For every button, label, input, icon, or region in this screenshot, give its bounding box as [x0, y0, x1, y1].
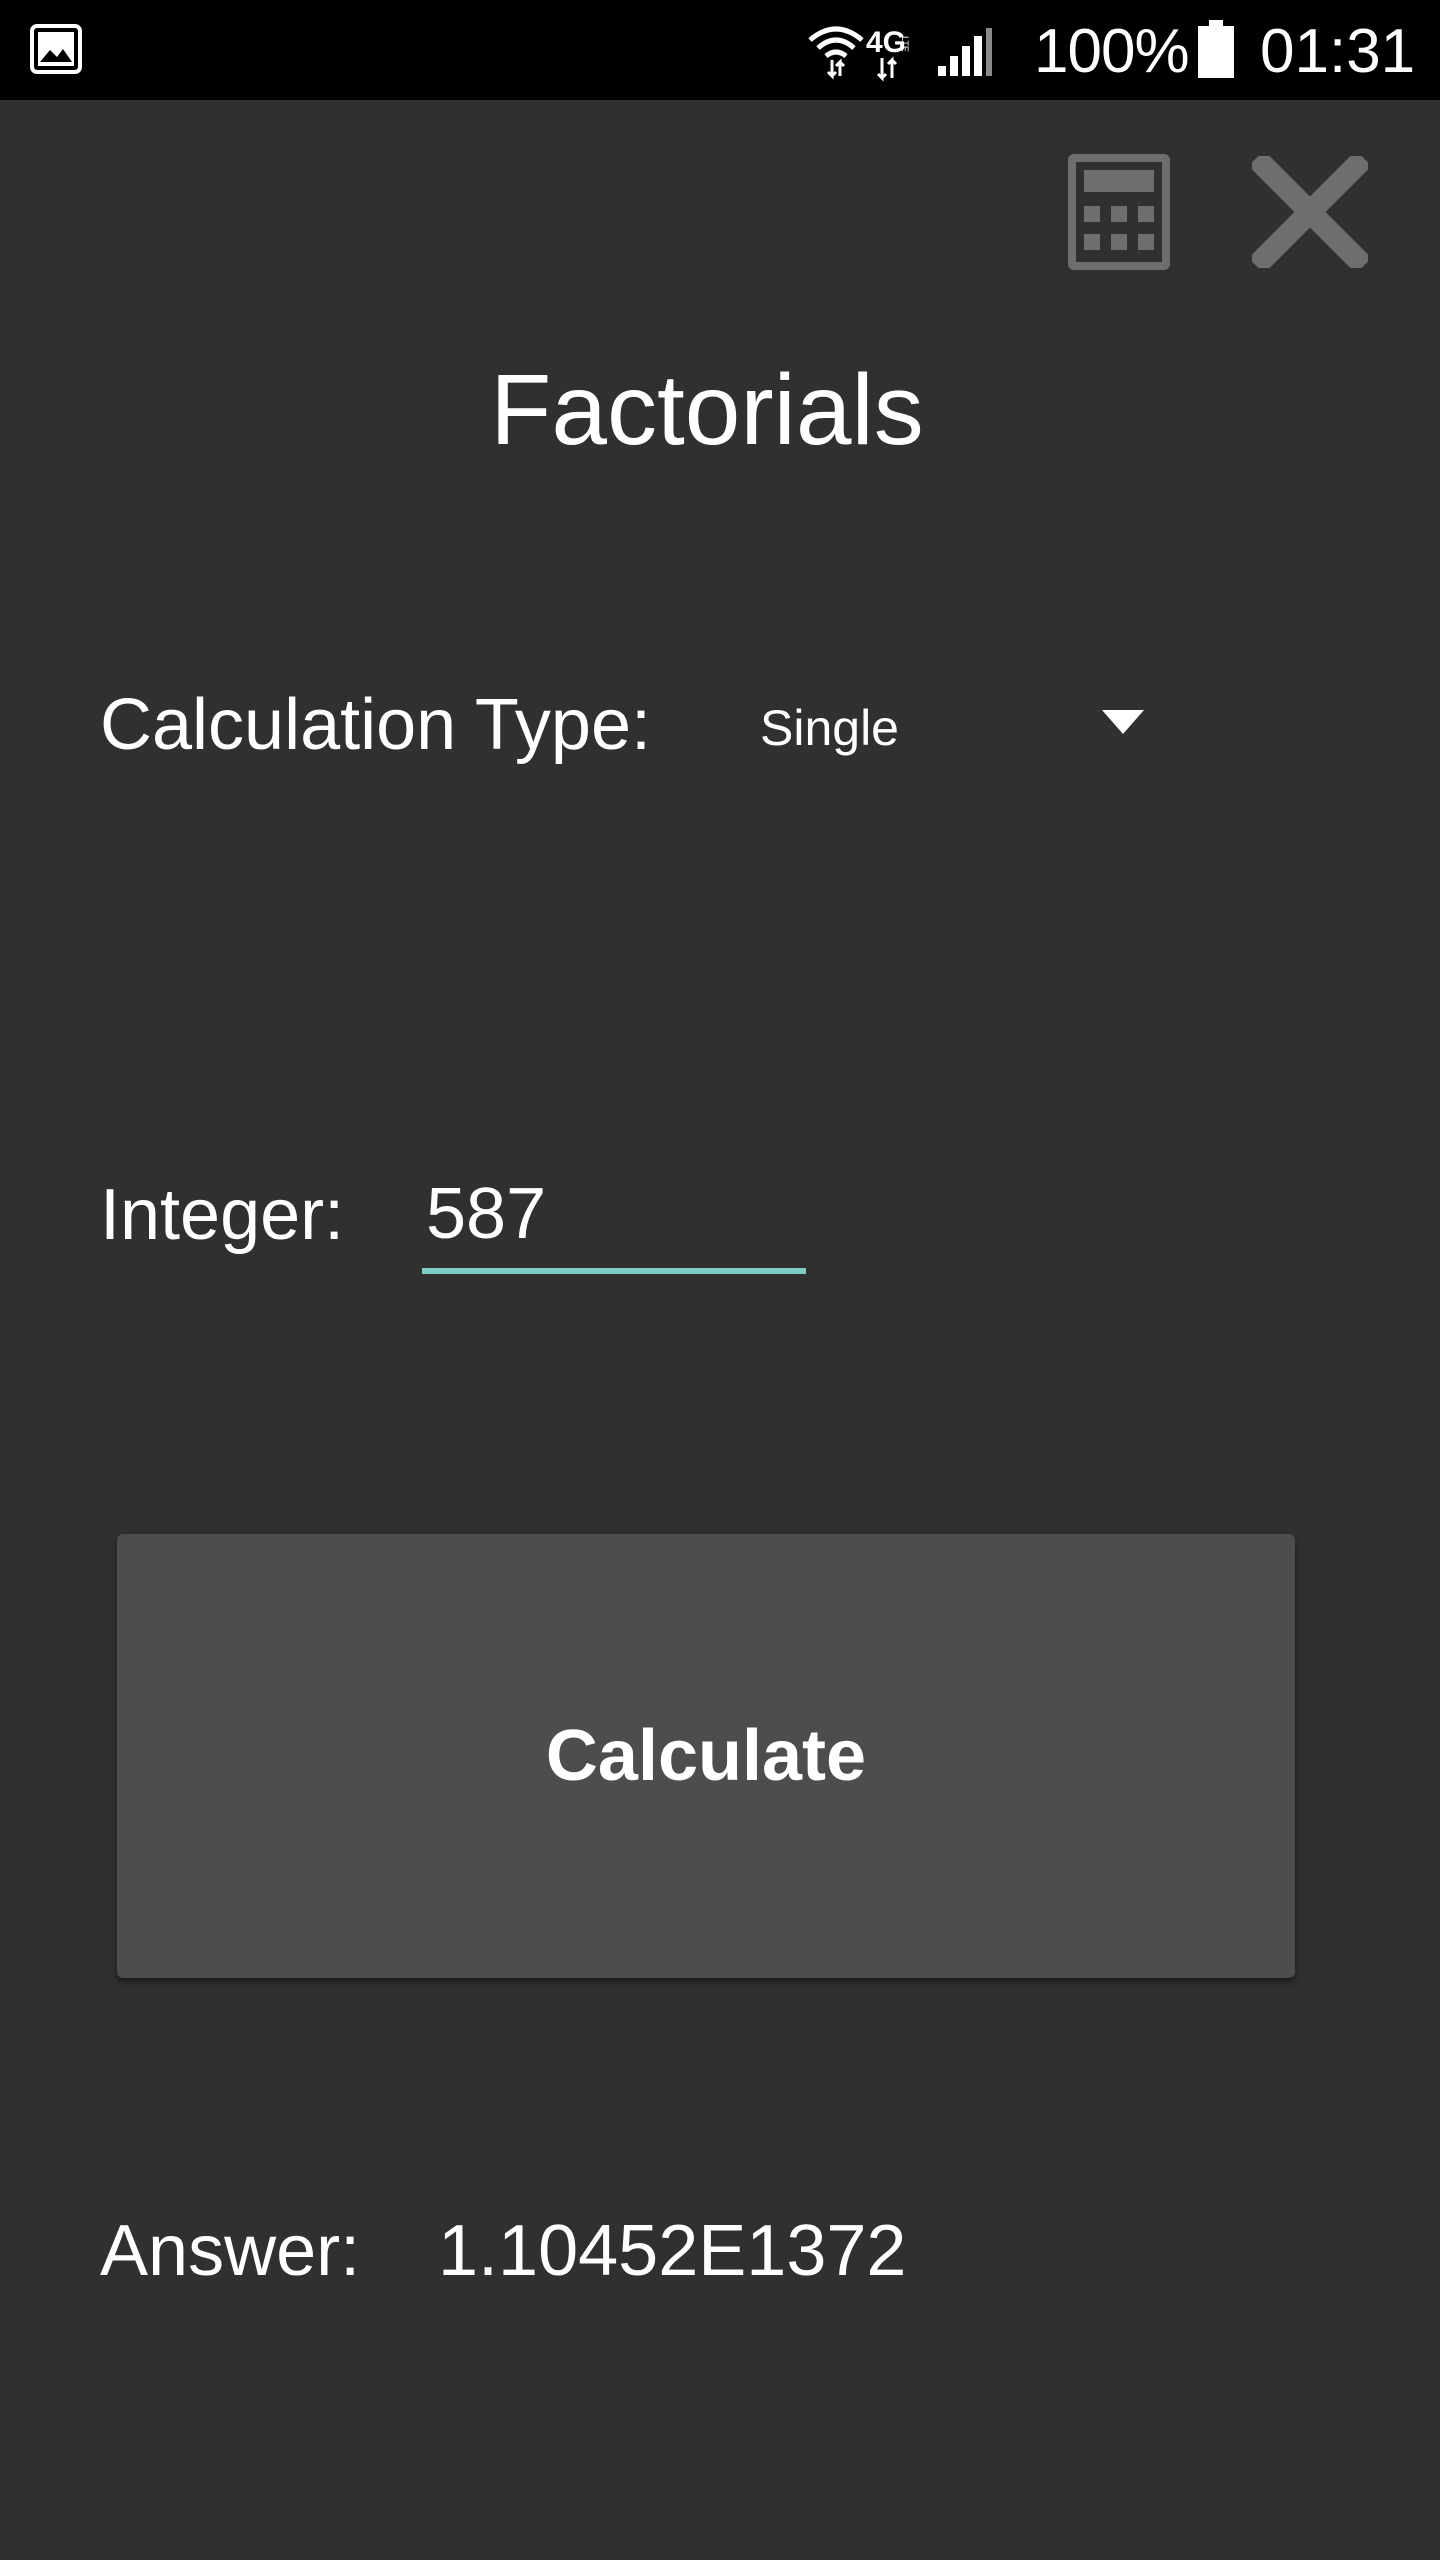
wifi-icon — [808, 26, 864, 80]
dropdown-arrow-icon — [1102, 710, 1144, 734]
status-time: 01:31 — [1260, 17, 1416, 86]
network-4g-icon: 4G LTE — [866, 26, 910, 82]
integer-input[interactable] — [422, 1158, 806, 1270]
calculator-icon[interactable] — [1068, 154, 1170, 270]
status-bar: 4G LTE 100% 01:31 — [0, 0, 1440, 100]
calculation-type-label: Calculation Type: — [100, 685, 652, 765]
answer-label: Answer: — [100, 2211, 361, 2291]
battery-percent: 100% — [1034, 17, 1190, 86]
network-sub-text: LTE — [900, 36, 910, 52]
integer-label: Integer: — [100, 1175, 345, 1255]
calculation-type-selected: Single — [760, 700, 899, 756]
integer-field[interactable] — [422, 1158, 806, 1278]
signal-icon — [938, 28, 992, 76]
answer-value: 1.10452E1372 — [438, 2211, 907, 2291]
close-icon[interactable] — [1252, 156, 1368, 268]
calculate-button[interactable]: Calculate — [117, 1534, 1295, 1978]
factorials-screen: 4G LTE 100% 01:31 Factorials Calculation… — [0, 0, 1440, 2560]
page-title: Factorials — [490, 354, 924, 466]
integer-underline — [422, 1268, 806, 1274]
gallery-icon — [30, 24, 82, 74]
calculation-type-spinner[interactable]: Single — [740, 670, 1160, 780]
battery-icon — [1198, 20, 1234, 78]
